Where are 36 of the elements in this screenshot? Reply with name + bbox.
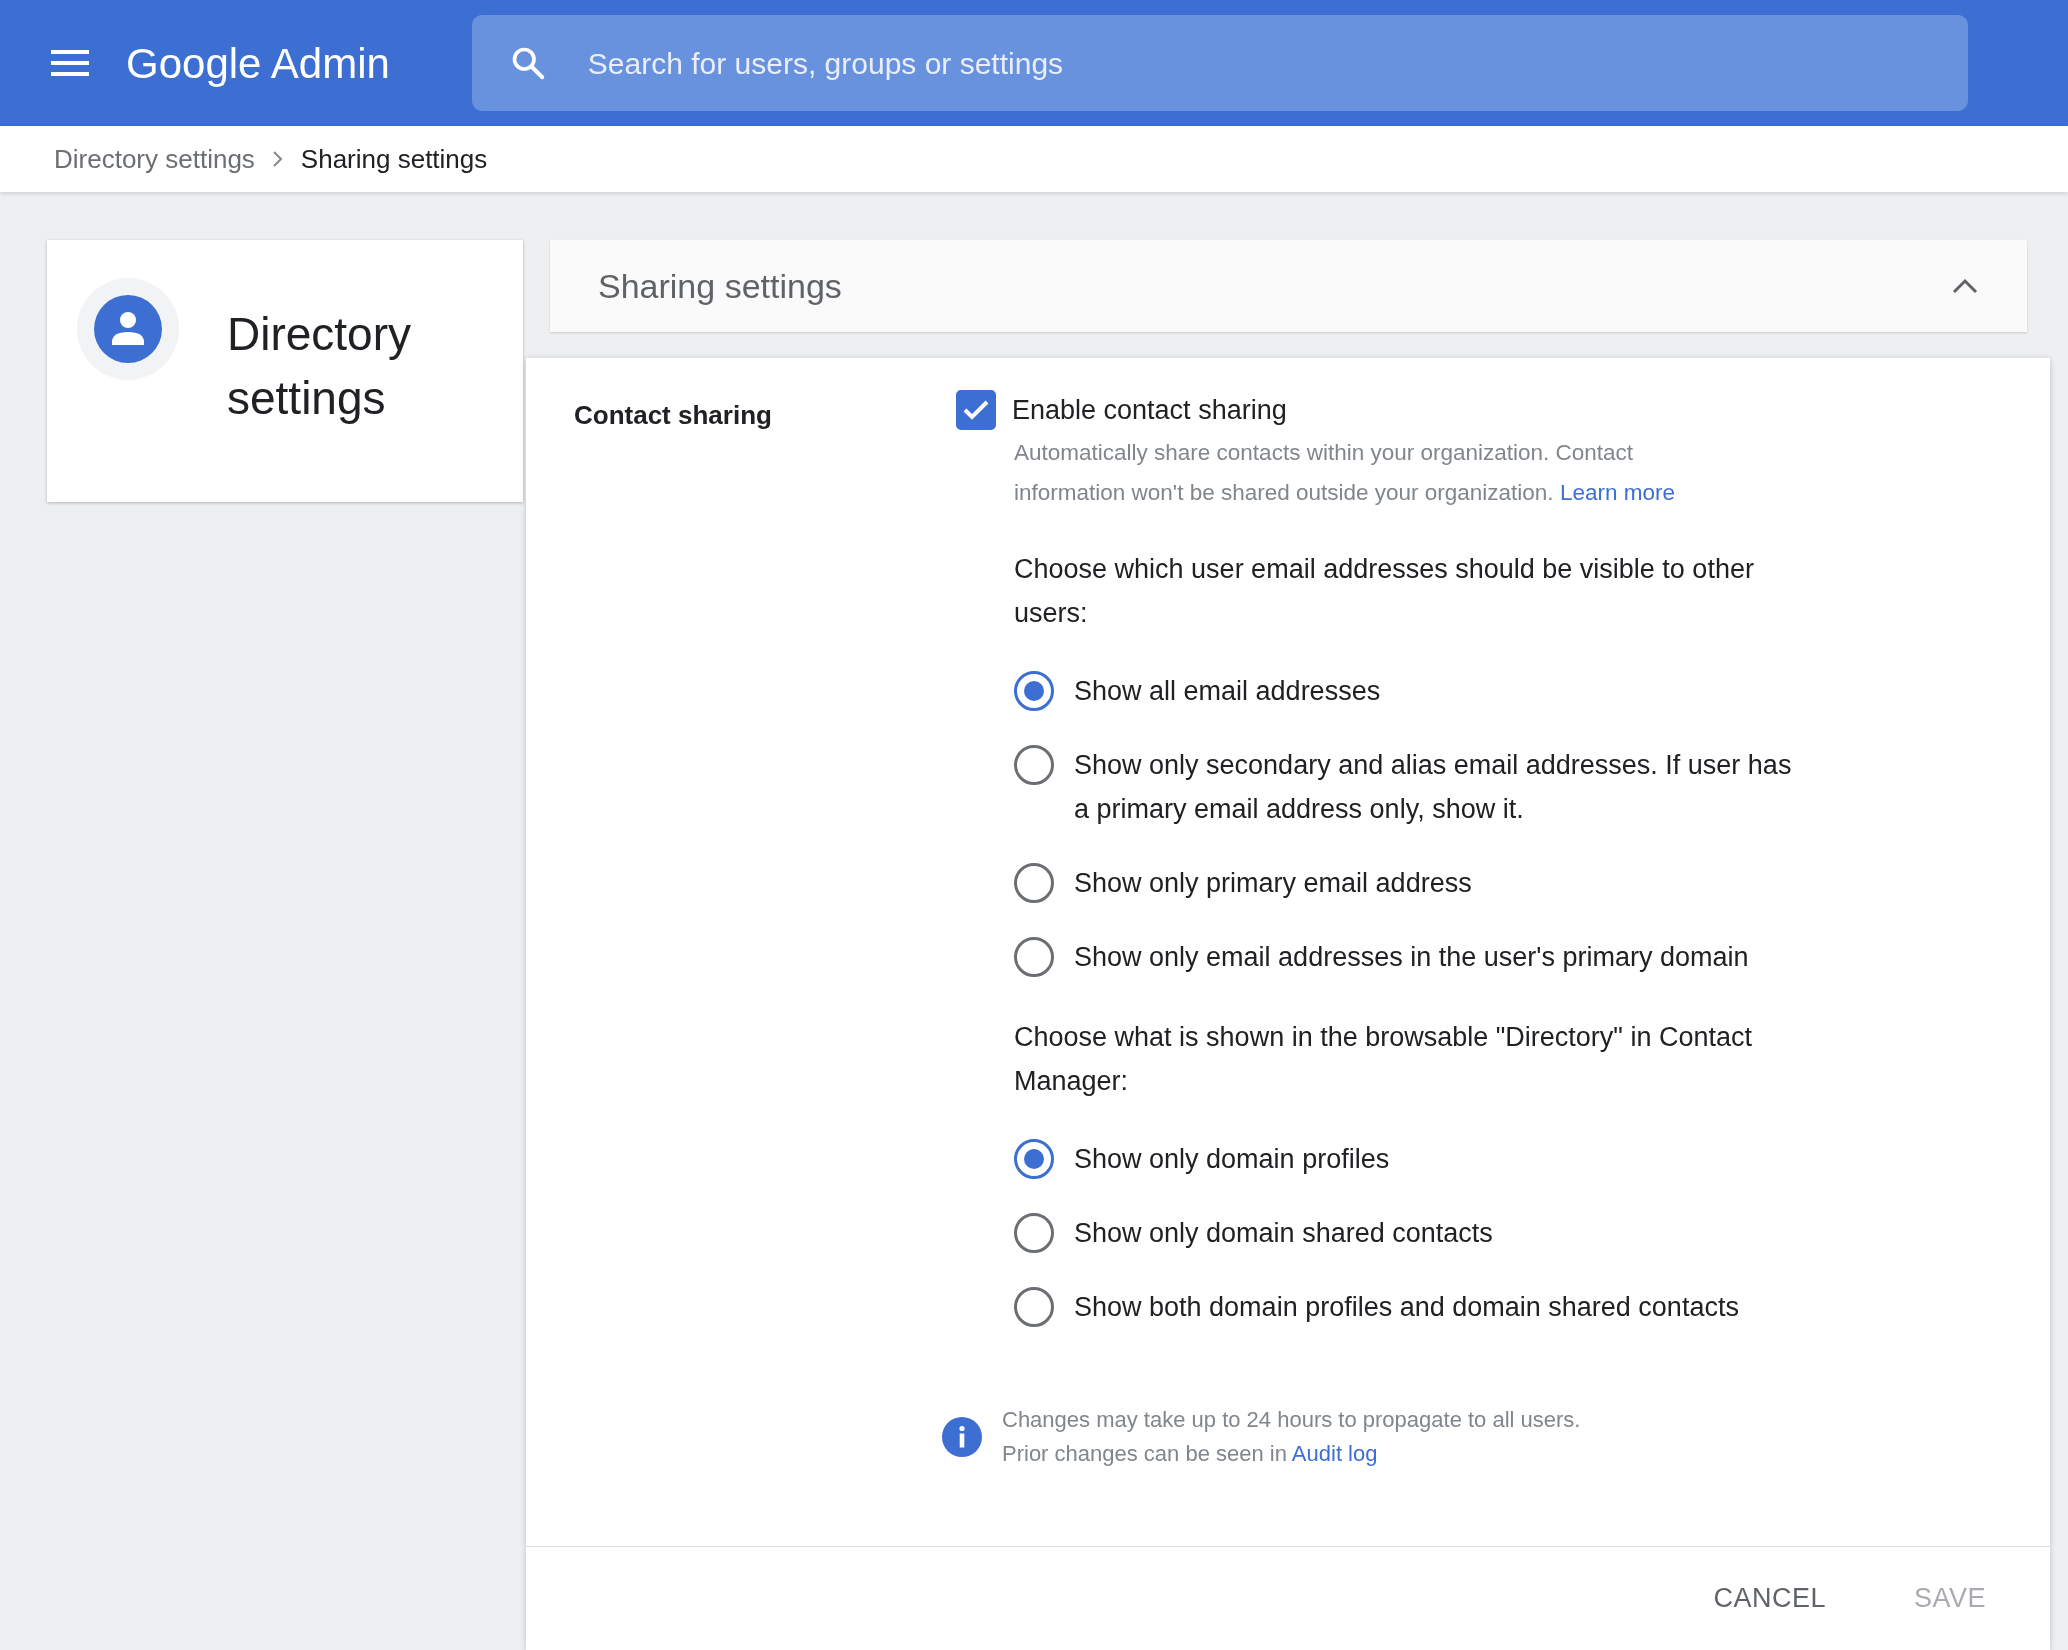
info-text: Changes may take up to 24 hours to propagate to all users. Prior changes can be seen in Audit log (1002, 1405, 1581, 1468)
checkbox-label: Enable contact sharing (1012, 394, 1287, 427)
menu-icon[interactable] (51, 50, 89, 76)
prompt-text: Choose what is shown in the browsable "Directory" in Contact Manager: (1014, 1020, 1754, 1098)
card-title: Directory settings (227, 307, 413, 426)
option-label: Show both domain profiles and domain shared contacts (1074, 1290, 1739, 1324)
option-label: Show only email addresses in the user's primary domain (1074, 940, 1749, 974)
option-label: Show only domain profiles (1074, 1142, 1390, 1176)
chevron-right-icon (270, 149, 285, 169)
logo: Google Admin (126, 38, 390, 89)
option-label: Show only domain shared contacts (1074, 1216, 1493, 1250)
option-label: Show only primary email address (1074, 866, 1472, 900)
prompt-text: Choose which user email addresses should be visible to other users: (1014, 552, 1755, 630)
checkmark-icon (962, 399, 990, 422)
search-input[interactable]: Search for users, groups or settings (585, 39, 1968, 87)
description-text: Automatically share contacts within your organization. Contact information won't be shared outside your organization. Learn more (1014, 438, 1676, 507)
breadcrumb-current: Sharing settings (300, 142, 488, 176)
panel-title: Sharing settings (598, 265, 842, 307)
section-label: Contact sharing (573, 399, 773, 432)
option-label: Show only secondary and alias email addresses. If user has a primary email address only, show it. (1074, 748, 1793, 826)
radio-button[interactable] (1014, 1212, 1054, 1253)
info-icon (942, 1416, 982, 1457)
radio-button[interactable] (1014, 1286, 1054, 1327)
radio-button[interactable] (1014, 936, 1054, 977)
radio-button[interactable] (1014, 744, 1054, 785)
checkbox[interactable] (956, 390, 996, 431)
breadcrumb-link[interactable]: Directory settings (54, 139, 255, 179)
radio-button[interactable] (1014, 670, 1054, 711)
radio-button[interactable] (1014, 862, 1054, 903)
audit-log-link[interactable]: Audit log (1291, 1440, 1378, 1466)
learn-more-link[interactable]: Learn more (1559, 479, 1675, 505)
chevron-up-icon[interactable] (1951, 277, 1979, 295)
footer-button[interactable]: CANCEL (1689, 1564, 1850, 1633)
search-field[interactable]: Search for users, groups or settings (471, 15, 1968, 111)
radio-button[interactable] (1014, 1138, 1054, 1179)
option-label: Show all email addresses (1074, 674, 1381, 708)
